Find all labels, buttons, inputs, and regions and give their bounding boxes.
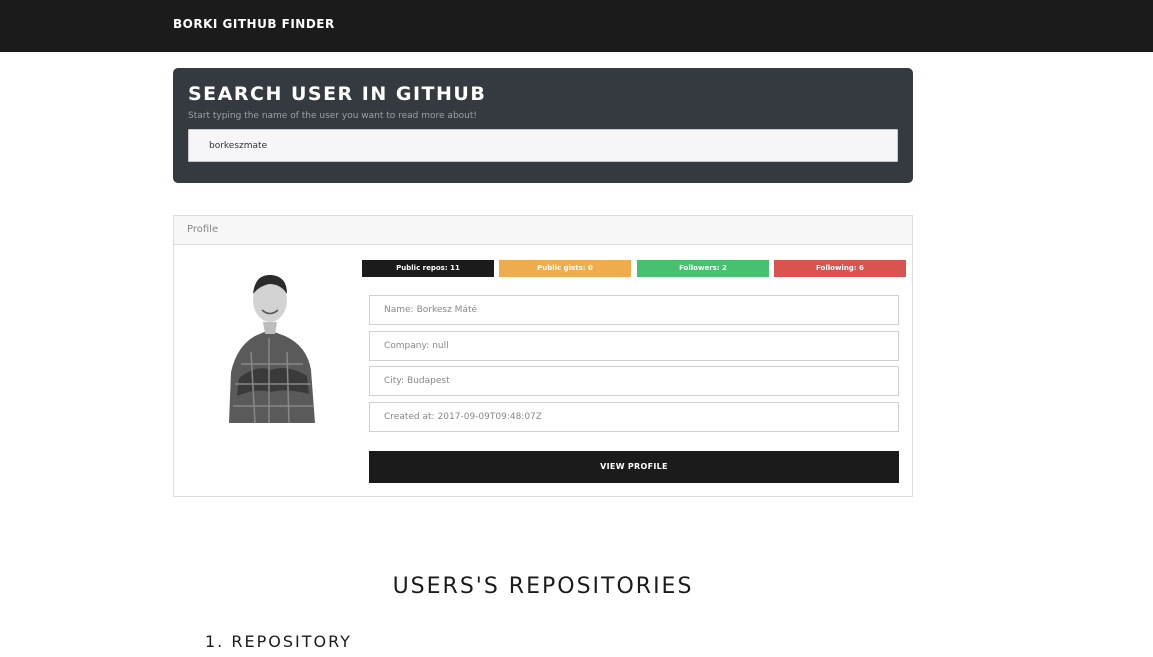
search-subtitle: Start typing the name of the user you wa…	[188, 111, 478, 121]
city-label: City:	[384, 376, 405, 386]
city-field: City: Budapest	[369, 366, 899, 396]
avatar	[211, 260, 329, 424]
repositories-title: USERS'S REPOSITORIES	[392, 574, 694, 599]
brand-title[interactable]: BORKI GITHUB FINDER	[173, 17, 335, 31]
view-profile-button[interactable]: VIEW PROFILE	[369, 451, 899, 483]
profile-header: Profile	[174, 216, 912, 245]
search-card: SEARCH USER IN GITHUB Start typing the n…	[173, 68, 913, 183]
search-input[interactable]	[188, 129, 898, 162]
city-value: Budapest	[407, 376, 450, 386]
name-value: Borkesz Máté	[416, 305, 478, 315]
created-at-label: Created at:	[384, 412, 435, 422]
navbar: BORKI GITHUB FINDER	[0, 0, 1153, 52]
profile-header-label: Profile	[187, 224, 219, 235]
public-gists-badge: Public gists: 0	[499, 260, 631, 277]
profile-card: Profile Public repos: 11 Public gists: 0…	[173, 215, 913, 497]
avatar-image	[211, 260, 329, 424]
following-badge: Following: 6	[774, 260, 906, 277]
company-value: null	[432, 341, 449, 351]
public-repos-badge: Public repos: 11	[362, 260, 494, 277]
followers-badge: Followers: 2	[637, 260, 769, 277]
repository-item[interactable]: 1. REPOSITORY	[205, 632, 352, 651]
company-field: Company: null	[369, 331, 899, 361]
search-title: SEARCH USER IN GITHUB	[188, 83, 487, 105]
created-at-field: Created at: 2017-09-09T09:48:07Z	[369, 402, 899, 432]
created-at-value: 2017-09-09T09:48:07Z	[437, 412, 542, 422]
company-label: Company:	[384, 341, 430, 351]
name-field: Name: Borkesz Máté	[369, 295, 899, 325]
name-label: Name:	[384, 305, 414, 315]
